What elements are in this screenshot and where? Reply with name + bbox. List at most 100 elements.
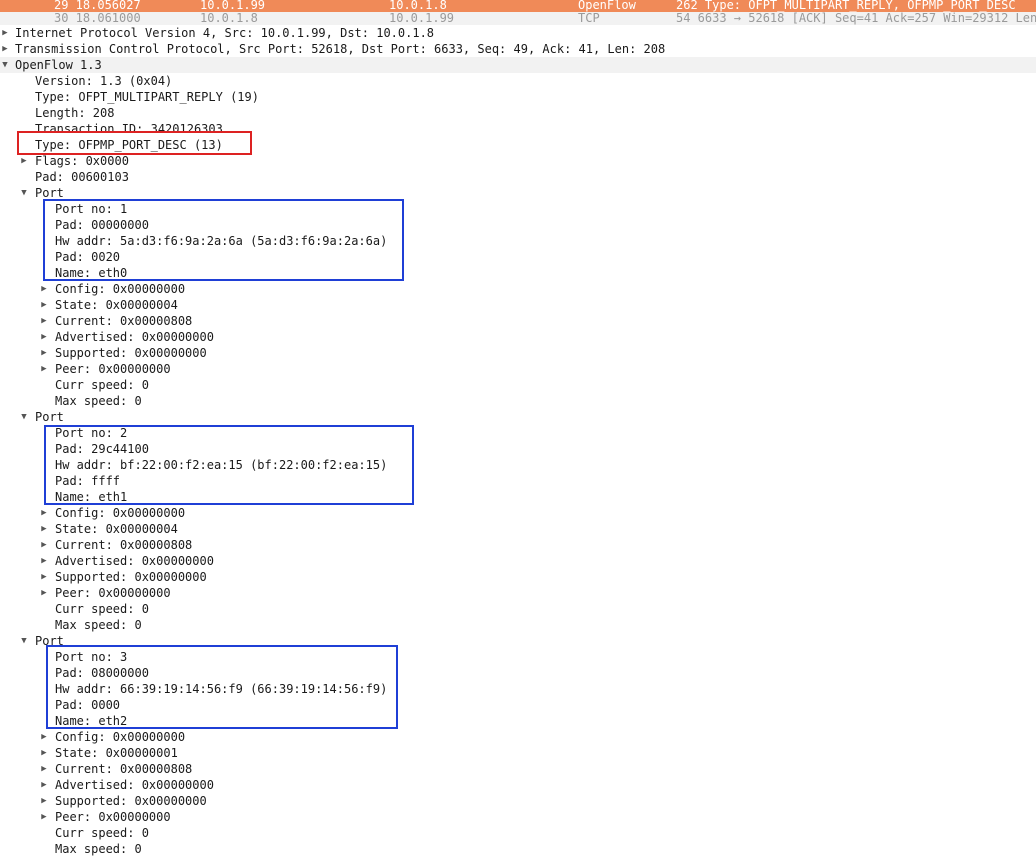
triangle-down-icon[interactable]: ▼: [19, 409, 29, 425]
triangle-right-icon[interactable]: ▶: [39, 809, 49, 825]
field-curr-speed[interactable]: Curr speed: 0: [0, 377, 1036, 393]
tree-item-ip[interactable]: ▶ Internet Protocol Version 4, Src: 10.0.…: [0, 25, 1036, 41]
tree-item-state[interactable]: ▶ State: 0x00000004: [0, 521, 1036, 537]
triangle-down-icon[interactable]: ▼: [0, 57, 10, 73]
tree-item-config[interactable]: ▶ Config: 0x00000000: [0, 281, 1036, 297]
field-length[interactable]: Length: 208: [0, 105, 1036, 121]
tree-item-label: Version: 1.3 (0x04): [35, 74, 173, 88]
field-type[interactable]: Type: OFPT_MULTIPART_REPLY (19): [0, 89, 1036, 105]
packet-row[interactable]: 30 18.061000 10.0.1.8 10.0.1.99 TCP 54 6…: [0, 12, 1036, 25]
packet-source: 10.0.1.8: [200, 11, 258, 25]
field-port-no[interactable]: Port no: 3: [0, 649, 1036, 665]
field-curr-speed[interactable]: Curr speed: 0: [0, 825, 1036, 841]
field-curr-speed[interactable]: Curr speed: 0: [0, 601, 1036, 617]
field-max-speed[interactable]: Max speed: 0: [0, 841, 1036, 857]
triangle-right-icon[interactable]: ▶: [39, 297, 49, 313]
tree-item-supported[interactable]: ▶ Supported: 0x00000000: [0, 345, 1036, 361]
tree-item-label: Internet Protocol Version 4, Src: 10.0.1…: [15, 26, 435, 40]
tree-item-supported[interactable]: ▶ Supported: 0x00000000: [0, 569, 1036, 585]
field-hw-addr[interactable]: Hw addr: 5a:d3:f6:9a:2a:6a (5a:d3:f6:9a:…: [0, 233, 1036, 249]
tree-item-label: Peer: 0x00000000: [55, 586, 171, 600]
triangle-right-icon[interactable]: ▶: [19, 153, 29, 169]
tree-item-label: Peer: 0x00000000: [55, 810, 171, 824]
triangle-right-icon[interactable]: ▶: [39, 729, 49, 745]
field-max-speed[interactable]: Max speed: 0: [0, 393, 1036, 409]
triangle-right-icon[interactable]: ▶: [39, 313, 49, 329]
triangle-right-icon[interactable]: ▶: [39, 537, 49, 553]
tree-item-state[interactable]: ▶ State: 0x00000004: [0, 297, 1036, 313]
tree-item-supported[interactable]: ▶ Supported: 0x00000000: [0, 793, 1036, 809]
triangle-right-icon[interactable]: ▶: [39, 569, 49, 585]
field-port-no[interactable]: Port no: 1: [0, 201, 1036, 217]
packet-list: 29 18.056027 10.0.1.99 10.0.1.8 OpenFlow…: [0, 0, 1036, 25]
tree-item-label: Port: [35, 410, 64, 424]
triangle-right-icon[interactable]: ▶: [0, 25, 10, 41]
tree-item-label: State: 0x00000004: [55, 522, 178, 536]
tree-item-label: Pad: 00000000: [55, 218, 149, 232]
triangle-right-icon[interactable]: ▶: [39, 329, 49, 345]
field-pad[interactable]: Pad: ffff: [0, 473, 1036, 489]
tree-item-port[interactable]: ▼ Port: [0, 185, 1036, 201]
triangle-right-icon[interactable]: ▶: [39, 505, 49, 521]
tree-item-config[interactable]: ▶ Config: 0x00000000: [0, 505, 1036, 521]
packet-destination: 10.0.1.99: [389, 11, 455, 25]
triangle-right-icon[interactable]: ▶: [39, 793, 49, 809]
field-pad[interactable]: Pad: 0020: [0, 249, 1036, 265]
tree-item-advertised[interactable]: ▶ Advertised: 0x00000000: [0, 329, 1036, 345]
tree-item-label: Pad: 29c44100: [55, 442, 149, 456]
triangle-down-icon[interactable]: ▼: [19, 185, 29, 201]
tree-item-label: Advertised: 0x00000000: [55, 778, 214, 792]
tree-item-label: Config: 0x00000000: [55, 506, 186, 520]
tree-item-peer[interactable]: ▶ Peer: 0x00000000: [0, 585, 1036, 601]
field-version[interactable]: Version: 1.3 (0x04): [0, 73, 1036, 89]
triangle-right-icon[interactable]: ▶: [39, 585, 49, 601]
tree-item-label: Max speed: 0: [55, 618, 142, 632]
tree-item-label: Supported: 0x00000000: [55, 794, 207, 808]
tree-item-peer[interactable]: ▶ Peer: 0x00000000: [0, 361, 1036, 377]
packet-details-tree: ▶ Internet Protocol Version 4, Src: 10.0.…: [0, 25, 1036, 857]
tree-item-current[interactable]: ▶ Current: 0x00000808: [0, 537, 1036, 553]
field-name[interactable]: Name: eth2: [0, 713, 1036, 729]
triangle-right-icon[interactable]: ▶: [0, 41, 10, 57]
tree-item-label: Peer: 0x00000000: [55, 362, 171, 376]
tree-item-label: Port: [35, 186, 64, 200]
tree-item-label: Flags: 0x0000: [35, 154, 129, 168]
triangle-right-icon[interactable]: ▶: [39, 745, 49, 761]
tree-item-port[interactable]: ▼ Port: [0, 633, 1036, 649]
tree-item-config[interactable]: ▶ Config: 0x00000000: [0, 729, 1036, 745]
tree-item-current[interactable]: ▶ Current: 0x00000808: [0, 761, 1036, 777]
triangle-right-icon[interactable]: ▶: [39, 553, 49, 569]
triangle-down-icon[interactable]: ▼: [19, 633, 29, 649]
tree-item-tcp[interactable]: ▶ Transmission Control Protocol, Src Port…: [0, 41, 1036, 57]
triangle-right-icon[interactable]: ▶: [39, 345, 49, 361]
field-name[interactable]: Name: eth0: [0, 265, 1036, 281]
triangle-right-icon[interactable]: ▶: [39, 777, 49, 793]
tree-item-port[interactable]: ▼ Port: [0, 409, 1036, 425]
field-pad[interactable]: Pad: 00000000: [0, 217, 1036, 233]
tree-item-advertised[interactable]: ▶ Advertised: 0x00000000: [0, 553, 1036, 569]
field-hw-addr[interactable]: Hw addr: 66:39:19:14:56:f9 (66:39:19:14:…: [0, 681, 1036, 697]
triangle-right-icon[interactable]: ▶: [39, 281, 49, 297]
field-multipart-type[interactable]: Type: OFPMP_PORT_DESC (13): [0, 137, 1036, 153]
tree-item-current[interactable]: ▶ Current: 0x00000808: [0, 313, 1036, 329]
tree-item-peer[interactable]: ▶ Peer: 0x00000000: [0, 809, 1036, 825]
field-pad[interactable]: Pad: 00600103: [0, 169, 1036, 185]
field-name[interactable]: Name: eth1: [0, 489, 1036, 505]
tree-item-label: Advertised: 0x00000000: [55, 554, 214, 568]
field-port-no[interactable]: Port no: 2: [0, 425, 1036, 441]
tree-item-label: Hw addr: bf:22:00:f2:ea:15 (bf:22:00:f2:…: [55, 458, 388, 472]
field-pad[interactable]: Pad: 0000: [0, 697, 1036, 713]
triangle-right-icon[interactable]: ▶: [39, 521, 49, 537]
field-pad[interactable]: Pad: 08000000: [0, 665, 1036, 681]
tree-item-state[interactable]: ▶ State: 0x00000001: [0, 745, 1036, 761]
field-transaction-id[interactable]: Transaction ID: 3420126303: [0, 121, 1036, 137]
triangle-right-icon[interactable]: ▶: [39, 361, 49, 377]
field-max-speed[interactable]: Max speed: 0: [0, 617, 1036, 633]
tree-item-flags[interactable]: ▶ Flags: 0x0000: [0, 153, 1036, 169]
triangle-right-icon[interactable]: ▶: [39, 761, 49, 777]
tree-item-openflow[interactable]: ▼ OpenFlow 1.3: [0, 57, 1036, 73]
field-pad[interactable]: Pad: 29c44100: [0, 441, 1036, 457]
tree-item-label: Pad: 08000000: [55, 666, 149, 680]
field-hw-addr[interactable]: Hw addr: bf:22:00:f2:ea:15 (bf:22:00:f2:…: [0, 457, 1036, 473]
tree-item-advertised[interactable]: ▶ Advertised: 0x00000000: [0, 777, 1036, 793]
